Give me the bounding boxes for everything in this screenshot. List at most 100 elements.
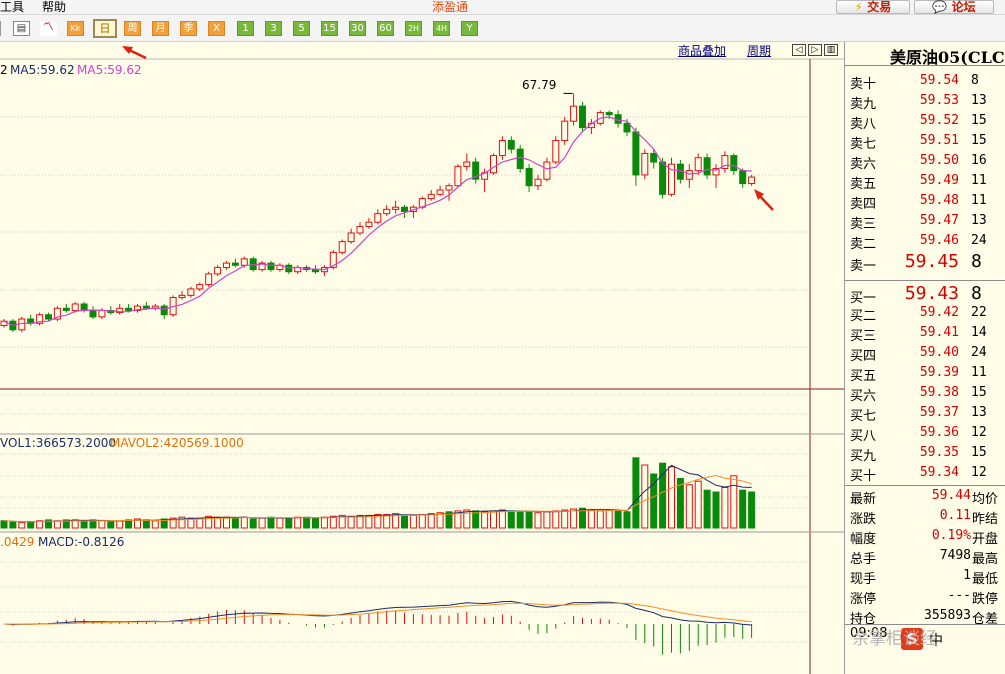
trend-chart-icon[interactable]: 〽: [40, 21, 57, 36]
candle-body-up: [205, 273, 213, 286]
dea-legend: .0429: [0, 535, 35, 549]
order-price: 59.54: [919, 73, 959, 88]
candle-body-up: [338, 241, 346, 253]
order-price: 59.51: [919, 133, 959, 148]
volume-bar-up: [116, 520, 124, 529]
candle-body-up: [347, 232, 355, 243]
nav-panel-icon[interactable]: ▥: [824, 44, 838, 56]
volume-bar-up: [694, 480, 702, 529]
bid-row[interactable]: 买三 59.41 14: [845, 323, 1005, 344]
order-price: 59.47: [919, 213, 959, 228]
bid-row[interactable]: 买十 59.34 12: [845, 463, 1005, 484]
candle-body-down: [267, 262, 275, 271]
period-2h-button[interactable]: 2H: [405, 21, 422, 36]
period-day-button[interactable]: 日: [93, 19, 117, 38]
candle-body-down: [62, 307, 70, 311]
volume-bar-up: [641, 464, 649, 529]
order-price: 59.45: [904, 251, 959, 272]
bid-row[interactable]: 买二 59.42 22: [845, 303, 1005, 324]
order-price: 59.39: [919, 365, 959, 380]
period-y-button[interactable]: Y: [461, 21, 478, 36]
ask-row[interactable]: 卖二 59.46 24: [845, 231, 1005, 252]
order-price: 59.40: [919, 345, 959, 360]
volume-bar-up: [668, 466, 675, 529]
period-season-button[interactable]: 季: [180, 21, 197, 36]
ask-row[interactable]: 卖九 59.53 13: [845, 91, 1005, 112]
ask-row[interactable]: 卖三 59.47 13: [845, 211, 1005, 232]
volume-bar-up: [685, 484, 693, 529]
volume-bar-down: [623, 511, 631, 529]
volume-bar-up: [427, 513, 435, 529]
nav-right-icon[interactable]: ▷: [808, 44, 822, 56]
bid-row[interactable]: 买八 59.36 12: [845, 423, 1005, 444]
candle-body-up: [748, 176, 756, 185]
volume-bar-down: [249, 518, 257, 529]
chart-background: [0, 42, 844, 674]
kline-icon[interactable]: Kk: [67, 21, 84, 36]
table-view-icon[interactable]: ▤: [13, 21, 30, 36]
period-30m-button[interactable]: 30: [349, 21, 366, 36]
candle-body-up: [427, 193, 435, 200]
stat-label: 最新: [850, 492, 877, 507]
volume-bar-up: [347, 515, 355, 529]
ask-row[interactable]: 卖六 59.50 16: [845, 151, 1005, 172]
period-60m-button[interactable]: 60: [377, 21, 394, 36]
candle-body-up: [694, 157, 702, 172]
period-15m-button[interactable]: 15: [321, 21, 338, 36]
candle-body-up: [196, 284, 204, 290]
period-4h-button[interactable]: 4H: [433, 21, 450, 36]
period-week-button[interactable]: 周: [124, 21, 141, 36]
ask-row[interactable]: 卖四 59.48 11: [845, 191, 1005, 212]
bid-row[interactable]: 买四 59.40 24: [845, 343, 1005, 364]
app-title: 添盈通: [432, 0, 469, 14]
volume-bar-up: [552, 510, 560, 529]
order-volume: 16: [971, 153, 987, 168]
high-price-label: 67.79: [522, 78, 557, 92]
order-label: 卖一: [850, 259, 877, 274]
forum-button[interactable]: 💬 论坛: [914, 0, 994, 14]
period-month-button[interactable]: 月: [152, 21, 169, 36]
kline-chart[interactable]: [0, 42, 844, 674]
period-5m-button[interactable]: 5: [293, 21, 310, 36]
ask-row[interactable]: 卖十 59.54 8: [845, 71, 1005, 92]
ma2-legend: 2: [0, 63, 8, 77]
volume-bar-down: [739, 489, 747, 529]
ask-row[interactable]: 卖七 59.51 15: [845, 131, 1005, 152]
order-volume: 8: [971, 251, 982, 272]
candle-body-up: [552, 140, 560, 163]
volume-bar-up: [294, 516, 302, 529]
bid-row[interactable]: 买六 59.38 15: [845, 383, 1005, 404]
bid-row[interactable]: 买一 59.43 8: [845, 283, 1005, 306]
order-price: 59.50: [919, 153, 959, 168]
order-volume: 8: [971, 283, 982, 304]
volume-bar-up: [320, 516, 328, 529]
ask-row[interactable]: 卖八 59.52 15: [845, 111, 1005, 132]
bid-row[interactable]: 买七 59.37 13: [845, 403, 1005, 424]
mavol2-legend: MAVOL2:420569.1000: [110, 436, 244, 450]
candle-body-up: [490, 155, 497, 174]
nav-left-icon[interactable]: ◁: [792, 44, 806, 56]
stat-label: 涨停: [850, 592, 877, 607]
candle-body-up: [498, 140, 506, 157]
candle-body-down: [525, 167, 533, 187]
stat-value: 355893: [924, 608, 971, 623]
period-year-button[interactable]: X: [208, 21, 225, 36]
order-volume: 15: [971, 133, 987, 148]
menu-tools[interactable]: 工具: [0, 0, 24, 14]
volume-bar-up: [596, 510, 604, 529]
bid-row[interactable]: 买五 59.39 11: [845, 363, 1005, 384]
overlay-link[interactable]: 商品叠加: [678, 44, 726, 58]
candle-body-down: [45, 314, 52, 320]
period-link[interactable]: 周期: [747, 44, 771, 58]
period-3m-button[interactable]: 3: [265, 21, 282, 36]
trade-button[interactable]: ⚡ 交易: [836, 0, 910, 14]
order-volume: 13: [971, 405, 987, 420]
candle-body-down: [703, 157, 711, 176]
period-1m-button[interactable]: 1: [237, 21, 254, 36]
ask-row[interactable]: 卖一 59.45 8: [845, 251, 1005, 274]
volume-bar-up: [276, 517, 284, 529]
bid-row[interactable]: 买九 59.35 15: [845, 443, 1005, 464]
ask-row[interactable]: 卖五 59.49 11: [845, 171, 1005, 192]
stat-label: 涨跌: [850, 512, 877, 527]
menu-help[interactable]: 帮助: [42, 0, 66, 14]
